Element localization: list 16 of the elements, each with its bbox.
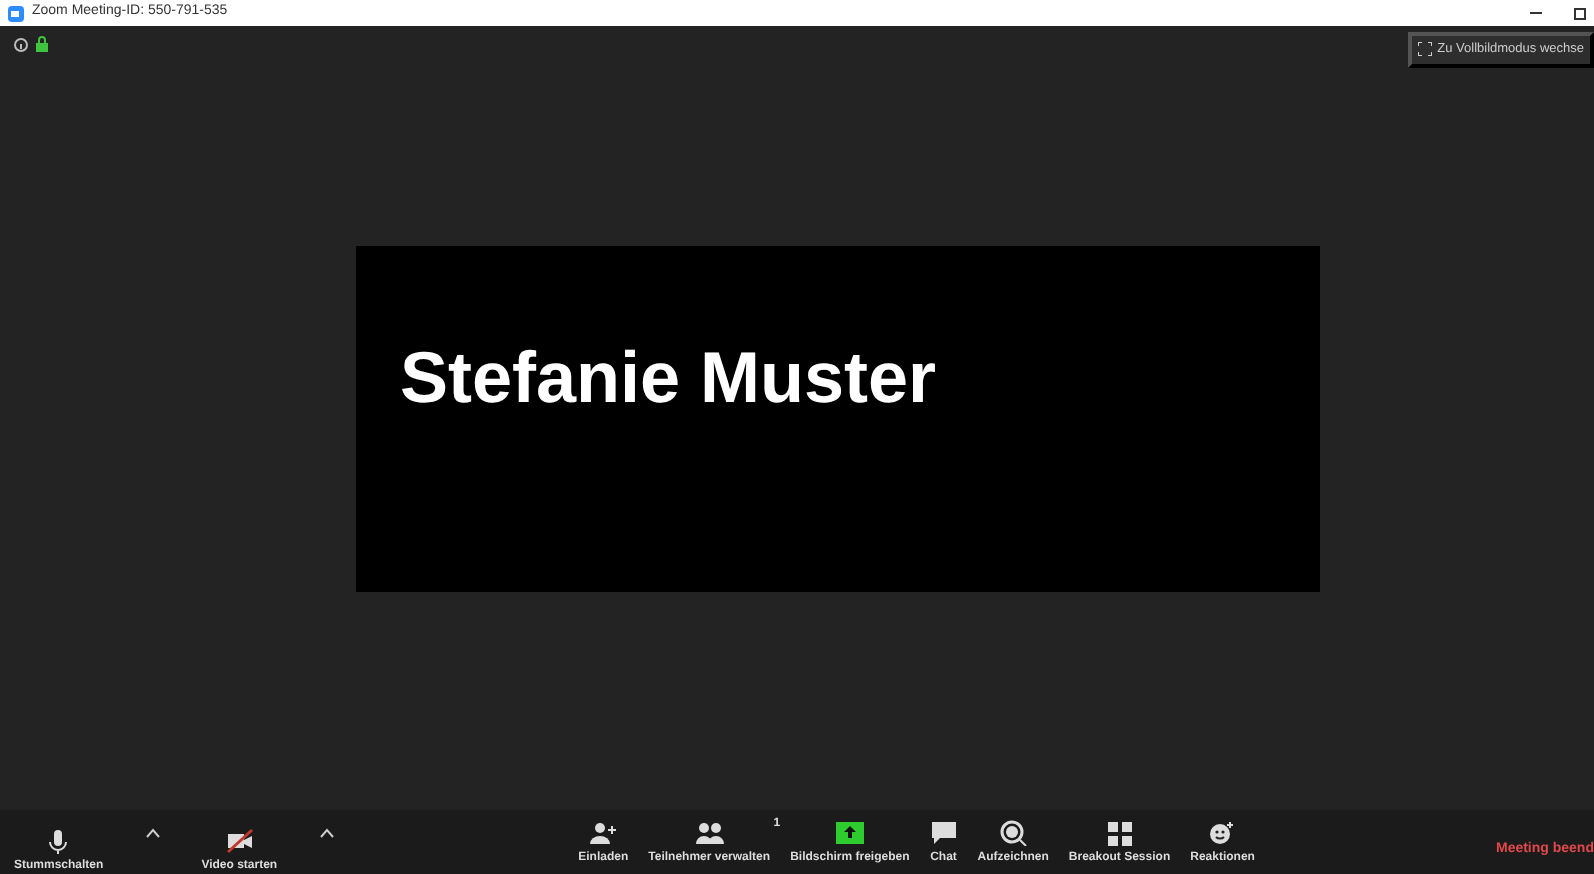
camera-off-icon xyxy=(225,828,254,855)
microphone-icon xyxy=(44,828,73,855)
fullscreen-icon xyxy=(1417,41,1432,56)
app-icon xyxy=(8,5,24,21)
lock-icon[interactable] xyxy=(36,36,48,52)
info-icon[interactable] xyxy=(14,37,28,51)
record-icon xyxy=(999,819,1028,846)
maximize-icon[interactable] xyxy=(1574,7,1586,19)
add-user-icon xyxy=(589,819,618,846)
minimize-icon[interactable] xyxy=(1530,11,1542,15)
smiley-icon xyxy=(1208,819,1237,846)
participant-name: Stefanie Muster xyxy=(398,334,939,414)
users-icon xyxy=(695,819,724,846)
grid-icon xyxy=(1105,819,1134,846)
chat-icon xyxy=(929,819,958,846)
share-screen-icon xyxy=(835,819,864,846)
